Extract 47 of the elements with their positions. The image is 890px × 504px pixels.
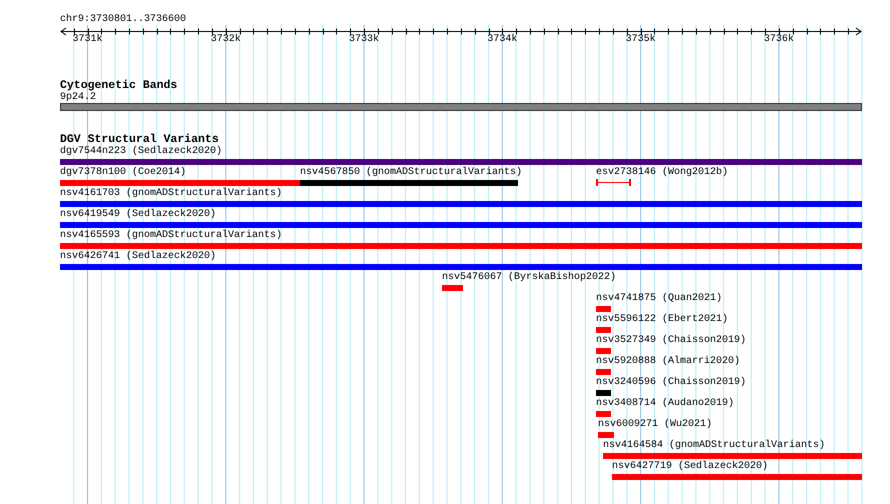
variant-bar[interactable] <box>60 159 862 165</box>
ruler-tick-label: 3733k <box>349 34 380 46</box>
feature-label[interactable]: nsv6427719 (Sedlazeck2020) <box>612 461 768 473</box>
track-title: Cytogenetic Bands <box>60 79 178 92</box>
variant-bar[interactable] <box>60 201 862 207</box>
feature-label[interactable]: dgv7544n223 (Sedlazeck2020) <box>60 146 222 158</box>
variant-bar[interactable] <box>60 180 300 186</box>
variant-bar[interactable] <box>60 222 862 228</box>
variant-bar[interactable] <box>60 243 862 249</box>
variant-bar[interactable] <box>596 306 611 312</box>
variant-bar[interactable] <box>603 453 862 459</box>
feature-label[interactable]: nsv5596122 (Ebert2021) <box>596 314 728 326</box>
feature-label[interactable]: nsv4567850 (gnomADStructuralVariants) <box>300 167 522 179</box>
feature-label[interactable]: nsv6426741 (Sedlazeck2020) <box>60 251 216 263</box>
variant-bar[interactable] <box>596 327 611 333</box>
feature-label[interactable]: nsv6419549 (Sedlazeck2020) <box>60 209 216 221</box>
feature-label[interactable]: nsv5476067 (ByrskaBishop2022) <box>442 272 616 284</box>
feature-label[interactable]: dgv7378n100 (Coe2014) <box>60 167 186 179</box>
ruler-tick-label: 3736k <box>764 34 794 46</box>
cytoband-bar[interactable] <box>60 103 862 111</box>
feature-label[interactable]: nsv4161703 (gnomADStructuralVariants) <box>60 188 282 200</box>
feature-label[interactable]: esv2738146 (Wong2012b) <box>596 167 728 179</box>
feature-label[interactable]: nsv3408714 (Audano2019) <box>596 398 734 410</box>
feature-label[interactable]: 9p24.2 <box>60 92 96 104</box>
ruler-tick-label: 3735k <box>626 34 656 46</box>
variant-bar[interactable] <box>612 474 862 480</box>
variant-bar[interactable] <box>596 390 611 396</box>
variant-interval[interactable] <box>596 179 631 186</box>
variant-bar[interactable] <box>596 348 611 354</box>
ruler-tick-label: 3732k <box>210 34 241 46</box>
variant-bar[interactable] <box>442 285 463 291</box>
variant-bar[interactable] <box>596 369 611 375</box>
ruler-tick-label: 3734k <box>487 34 518 46</box>
variant-bar[interactable] <box>598 432 614 438</box>
feature-label[interactable]: nsv4741875 (Quan2021) <box>596 293 722 305</box>
variant-bar[interactable] <box>300 180 518 186</box>
feature-label[interactable]: nsv4164584 (gnomADStructuralVariants) <box>603 440 826 452</box>
feature-label[interactable]: nsv5920888 (Almarri2020) <box>596 356 740 368</box>
feature-label[interactable]: nsv6009271 (Wu2021) <box>598 419 712 431</box>
variant-bar[interactable] <box>60 264 862 270</box>
feature-label[interactable]: nsv3527349 (Chaisson2019) <box>596 335 746 347</box>
feature-label[interactable]: nsv3240596 (Chaisson2019) <box>596 377 746 389</box>
variant-bar[interactable] <box>596 411 611 417</box>
feature-label[interactable]: nsv4165593 (gnomADStructuralVariants) <box>60 230 282 242</box>
ruler-tick-label: 3731k <box>72 34 103 46</box>
track-title: DGV Structural Variants <box>60 133 219 146</box>
region-label: chr9:3730801..3736600 <box>60 14 188 26</box>
